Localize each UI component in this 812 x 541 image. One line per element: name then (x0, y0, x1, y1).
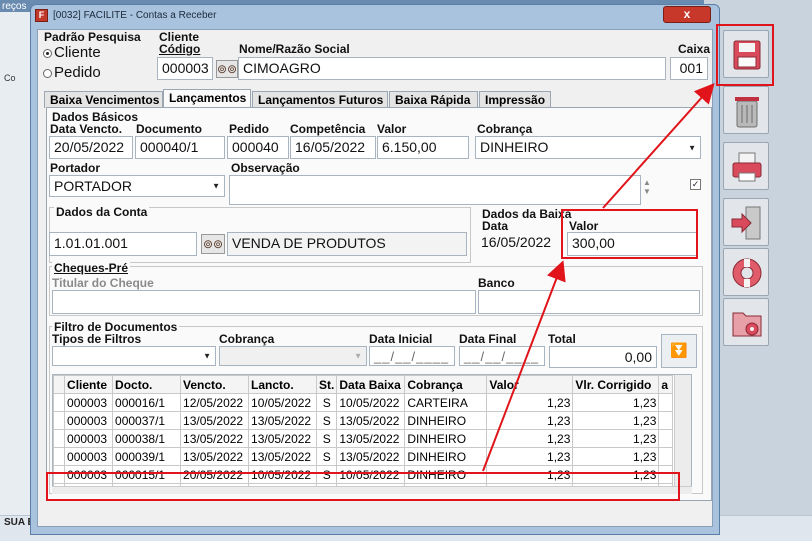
arrow-to-save (602, 83, 715, 209)
arrow-to-value (482, 260, 566, 472)
annotation-arrows (482, 83, 715, 472)
